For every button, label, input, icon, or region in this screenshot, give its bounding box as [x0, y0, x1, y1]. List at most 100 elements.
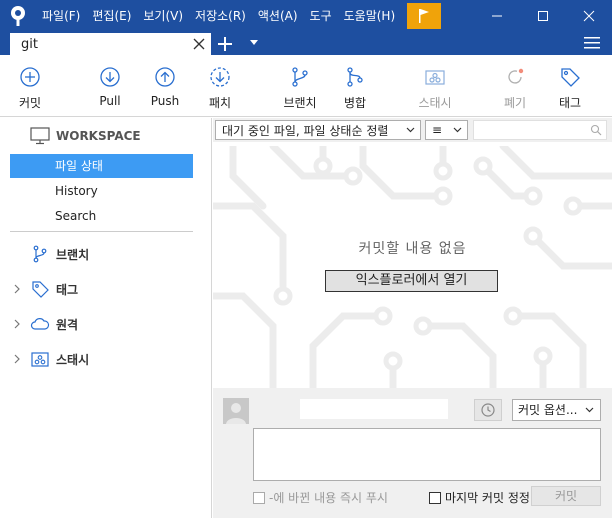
minimize-icon[interactable] — [474, 0, 520, 32]
amend-last-commit-option[interactable]: 마지막 커밋 정정 — [429, 489, 530, 506]
flag-icon[interactable] — [407, 3, 442, 29]
search-icon — [590, 124, 602, 136]
sidebar-group-tags[interactable]: 태그 — [10, 277, 200, 301]
close-window-icon[interactable] — [566, 0, 612, 32]
commit-label: 커밋 — [18, 96, 42, 110]
commit-options-dropdown[interactable]: 커밋 옵션... — [512, 399, 601, 421]
menu-help[interactable]: 도움말(H) — [338, 0, 402, 32]
workspace-header: WORKSPACE — [30, 127, 141, 145]
sidebar-group-remotes[interactable]: 원격 — [10, 312, 200, 336]
amend-last-commit-checkbox[interactable] — [429, 491, 441, 504]
sidebar-group-stashes[interactable]: 스태시 — [10, 347, 200, 371]
menu-bar: 파일(F) 편집(E) 보기(V) 저장소(R) 액션(A) 도구 도움말(H) — [36, 0, 401, 32]
menu-edit[interactable]: 편집(E) — [86, 0, 137, 32]
menu-file[interactable]: 파일(F) — [36, 0, 86, 32]
tag-button[interactable]: 태그 — [540, 65, 600, 111]
branch-button[interactable]: 브랜치 — [270, 65, 330, 111]
fetch-button[interactable]: 패치 — [190, 65, 250, 111]
commit-panel: 커밋 옵션... -에 바뀐 내용 즉시 푸시 마지막 커밋 정정 커밋 — [213, 388, 612, 518]
commit-submit-button[interactable]: 커밋 — [531, 486, 601, 506]
sidebar-item-file-status[interactable]: 파일 상태 — [10, 154, 193, 178]
stash-label: 스태시 — [418, 96, 452, 110]
circuit-background-decoration — [213, 146, 612, 388]
menu-repository[interactable]: 저장소(R) — [189, 0, 252, 32]
push-arrow-up-icon — [155, 67, 175, 87]
commit-plus-icon — [20, 67, 40, 87]
branches-label: 브랜치 — [56, 247, 90, 262]
branch-icon — [33, 245, 47, 263]
monitor-icon — [30, 127, 50, 145]
chevron-right-icon[interactable] — [12, 284, 22, 294]
sidebar-item-search[interactable]: Search — [10, 204, 193, 228]
amend-last-commit-label: 마지막 커밋 정정 — [445, 491, 530, 505]
cloud-icon — [30, 318, 50, 330]
menu-tools[interactable]: 도구 — [304, 0, 338, 32]
sidebar: WORKSPACE 파일 상태 History Search 브랜치 태그 원격… — [0, 118, 212, 518]
menu-actions[interactable]: 액션(A) — [252, 0, 304, 32]
chevron-down-icon — [585, 407, 594, 413]
commit-history-button[interactable] — [474, 399, 502, 421]
discard-label: 폐기 — [503, 96, 527, 110]
merge-icon — [347, 67, 363, 87]
push-immediately-label: -에 바뀐 내용 즉시 푸시 — [269, 491, 388, 505]
remotes-label: 원격 — [56, 317, 79, 332]
merge-button[interactable]: 병합 — [325, 65, 385, 111]
author-field[interactable] — [300, 399, 448, 419]
tab-bar: git — [0, 32, 612, 55]
discard-icon — [508, 68, 524, 84]
chevron-right-icon[interactable] — [12, 354, 22, 364]
file-list-area: 커밋할 내용 없음 익스플로러에서 열기 — [213, 146, 612, 388]
open-in-explorer-button[interactable]: 익스플로러에서 열기 — [325, 270, 498, 292]
branch-label: 브랜치 — [283, 96, 317, 110]
chevron-right-icon[interactable] — [12, 319, 22, 329]
tag-icon — [32, 281, 49, 298]
commit-options-label: 커밋 옵션... — [518, 403, 578, 417]
discard-button[interactable]: 폐기 — [485, 65, 545, 111]
fetch-label: 패치 — [208, 96, 232, 110]
tag-label: 태그 — [558, 96, 582, 110]
commit-message-input[interactable] — [253, 428, 601, 481]
pull-label: Pull — [99, 94, 121, 108]
repo-tab-title: git — [21, 36, 38, 52]
search-input[interactable] — [473, 120, 607, 140]
close-tab-icon[interactable] — [192, 37, 206, 51]
file-status-filter-select[interactable]: 대기 중인 파일, 파일 상태순 정렬 — [215, 120, 421, 140]
view-mode-select[interactable]: ≡ — [425, 120, 468, 140]
chevron-down-icon — [453, 127, 462, 133]
stashes-label: 스태시 — [56, 352, 90, 367]
commit-button[interactable]: 커밋 — [0, 65, 60, 111]
list-view-icon: ≡ — [432, 123, 443, 137]
branch-icon — [292, 67, 308, 87]
stash-icon — [31, 352, 49, 367]
maximize-icon[interactable] — [520, 0, 566, 32]
workspace-title: WORKSPACE — [56, 129, 141, 143]
avatar — [223, 398, 249, 424]
tag-icon — [561, 68, 580, 87]
hamburger-menu-icon[interactable] — [584, 36, 600, 50]
add-tab-icon[interactable] — [216, 35, 234, 53]
push-button[interactable]: Push — [135, 65, 195, 111]
sidebar-divider — [10, 231, 193, 232]
tab-list-chevron-down-icon[interactable] — [249, 40, 259, 46]
push-immediately-option[interactable]: -에 바뀐 내용 즉시 푸시 — [253, 489, 388, 506]
pull-button[interactable]: Pull — [80, 65, 140, 111]
stash-button[interactable]: 스태시 — [405, 65, 465, 111]
toolbar: 커밋 Pull Push 패치 브랜치 병합 스태시 폐기 태그 — [0, 55, 612, 117]
stash-icon — [425, 70, 445, 85]
push-immediately-checkbox[interactable] — [253, 491, 265, 504]
filter-bar: 대기 중인 파일, 파일 상태순 정렬 ≡ — [213, 118, 612, 142]
fetch-dashed-arrow-icon — [210, 67, 230, 87]
repo-tab[interactable]: git — [10, 33, 211, 55]
push-label: Push — [150, 94, 180, 108]
menu-view[interactable]: 보기(V) — [137, 0, 189, 32]
empty-state-message: 커밋할 내용 없음 — [358, 241, 467, 257]
tags-label: 태그 — [56, 282, 79, 297]
clock-icon — [481, 403, 495, 417]
merge-label: 병합 — [343, 96, 367, 110]
sidebar-group-branches[interactable]: 브랜치 — [10, 242, 200, 266]
title-bar: 파일(F) 편집(E) 보기(V) 저장소(R) 액션(A) 도구 도움말(H) — [0, 0, 612, 32]
file-status-filter-value: 대기 중인 파일, 파일 상태순 정렬 — [222, 123, 389, 138]
pull-arrow-down-icon — [100, 67, 120, 87]
chevron-down-icon — [406, 127, 415, 133]
sidebar-item-history[interactable]: History — [10, 179, 193, 203]
